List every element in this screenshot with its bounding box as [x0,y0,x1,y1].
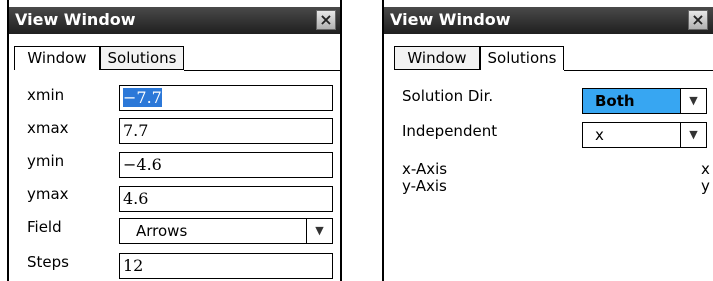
tab-label: Solutions [487,49,557,67]
title-bar: View Window × [384,7,713,34]
y-axis-label: y-Axis [402,177,447,195]
tab-window[interactable]: Window [14,46,100,70]
x-axis-value: x [701,160,710,178]
view-window-dialog-solutions-tab: View Window × Window Solutions Solution … [382,0,713,281]
close-button[interactable]: × [316,10,336,30]
tab-bar: Window Solutions [14,46,340,70]
ymax-input[interactable]: 4.6 [119,186,333,212]
solution-dir-dropdown[interactable]: Both ▼ [582,88,707,114]
independent-label: Independent [402,122,498,140]
ymax-value: 4.6 [123,189,149,208]
xmax-value: 7.7 [123,121,149,140]
tab-solutions[interactable]: Solutions [100,46,184,70]
independent-value: x [595,126,604,144]
ymax-label: ymax [27,185,69,203]
y-axis-value: y [701,177,710,195]
xmin-input[interactable]: −7.7 [119,85,333,111]
ymin-label: ymin [27,152,65,170]
view-window-dialog-window-tab: View Window × Window Solutions xmin −7.7… [7,0,342,281]
field-dropdown[interactable]: Arrows ▼ [119,218,333,244]
xmax-label: xmax [27,119,69,137]
tab-label: Solutions [107,49,177,67]
independent-dropdown[interactable]: x ▼ [582,122,707,148]
tab-window[interactable]: Window [394,46,480,70]
x-axis-label: x-Axis [402,160,448,178]
tab-label: Window [27,49,87,67]
tab-label: Window [407,49,467,67]
steps-value: 12 [123,256,144,275]
title-bar: View Window × [9,7,340,34]
tab-bar: Window Solutions [389,46,713,70]
tab-solutions[interactable]: Solutions [480,46,564,70]
steps-label: Steps [27,253,69,271]
ymin-value: −4.6 [123,155,162,174]
steps-input[interactable]: 12 [119,253,333,279]
tab-divider [564,70,713,71]
solution-dir-label: Solution Dir. [402,87,494,105]
xmax-input[interactable]: 7.7 [119,118,333,144]
dialog-title: View Window [390,10,511,29]
tab-divider [184,70,340,71]
field-label: Field [27,218,62,236]
dropdown-arrow-icon[interactable]: ▼ [680,123,706,147]
solution-dir-value: Both [595,92,635,110]
ymin-input[interactable]: −4.6 [119,152,333,178]
xmin-label: xmin [27,86,65,104]
close-icon: × [691,10,705,29]
dialog-title: View Window [15,10,136,29]
xmin-value: −7.7 [123,88,162,107]
field-dropdown-value: Arrows [136,222,188,240]
dropdown-arrow-icon[interactable]: ▼ [306,219,332,243]
close-button[interactable]: × [688,10,708,30]
close-icon: × [319,10,333,29]
dropdown-arrow-icon[interactable]: ▼ [680,89,706,113]
